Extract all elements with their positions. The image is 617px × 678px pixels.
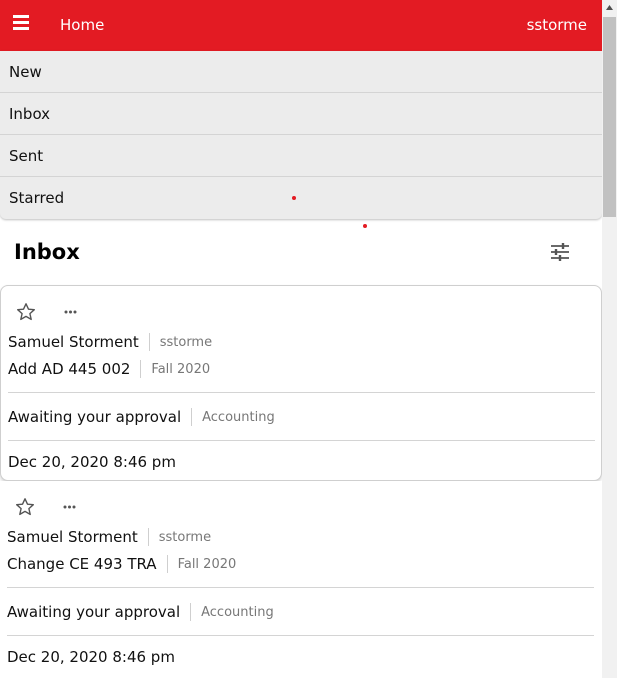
nav-dropdown-menu: New Inbox Sent Starred (0, 51, 602, 219)
sliders-icon[interactable] (549, 241, 571, 263)
star-outline-icon[interactable] (15, 497, 35, 517)
request-status: Awaiting your approval (8, 408, 182, 426)
scrollbar-thumb[interactable] (603, 17, 616, 217)
red-dot-marker (363, 224, 367, 228)
status-row: Awaiting your approval Accounting (7, 603, 274, 621)
app-page: Home sstorme New Inbox Sent Starred Inbo… (0, 0, 602, 678)
card-divider (8, 440, 595, 441)
page-title: Inbox (14, 240, 80, 264)
status-row: Awaiting your approval Accounting (8, 408, 275, 426)
nav-item-new[interactable]: New (0, 51, 602, 93)
requester-id: sstorme (158, 529, 212, 545)
action-row: Add AD 445 002 Fall 2020 (8, 360, 210, 378)
request-term: Fall 2020 (151, 361, 211, 377)
date-row: Dec 20, 2020 8:46 pm (7, 648, 175, 666)
request-card[interactable]: Samuel Storment sstorme Change CE 493 TR… (0, 481, 602, 678)
separator (140, 360, 142, 378)
requester-row: Samuel Storment sstorme (8, 333, 212, 351)
request-action: Add AD 445 002 (8, 360, 131, 378)
request-department: Accounting (202, 409, 275, 425)
card-divider (7, 635, 594, 636)
request-date: Dec 20, 2020 8:46 pm (8, 453, 176, 471)
requester-id: sstorme (159, 334, 213, 350)
separator (191, 408, 193, 426)
request-status: Awaiting your approval (7, 603, 181, 621)
scroll-up-arrow-icon[interactable] (602, 0, 617, 17)
more-horizontal-icon[interactable] (60, 497, 80, 517)
home-link[interactable]: Home (60, 16, 104, 34)
vertical-scrollbar[interactable] (602, 0, 617, 678)
separator (166, 555, 168, 573)
nav-item-sent[interactable]: Sent (0, 135, 602, 177)
username-menu[interactable]: sstorme (527, 16, 587, 34)
separator (148, 333, 150, 351)
requester-row: Samuel Storment sstorme (7, 528, 211, 546)
request-department: Accounting (201, 604, 274, 620)
separator (147, 528, 149, 546)
card-divider (8, 392, 595, 393)
more-horizontal-icon[interactable] (61, 302, 81, 322)
requester-name: Samuel Storment (7, 528, 138, 546)
top-app-bar: Home sstorme (0, 0, 602, 51)
date-row: Dec 20, 2020 8:46 pm (8, 453, 176, 471)
request-date: Dec 20, 2020 8:46 pm (7, 648, 175, 666)
separator (190, 603, 192, 621)
nav-item-starred[interactable]: Starred (0, 177, 602, 219)
card-divider (7, 587, 594, 588)
red-dot-marker (292, 196, 296, 200)
request-action: Change CE 493 TRA (7, 555, 157, 573)
nav-item-inbox[interactable]: Inbox (0, 93, 602, 135)
star-outline-icon[interactable] (16, 302, 36, 322)
requester-name: Samuel Storment (8, 333, 139, 351)
request-card[interactable]: Samuel Storment sstorme Add AD 445 002 F… (0, 285, 602, 481)
hamburger-menu-icon[interactable] (13, 15, 29, 30)
action-row: Change CE 493 TRA Fall 2020 (7, 555, 236, 573)
request-term: Fall 2020 (177, 556, 237, 572)
